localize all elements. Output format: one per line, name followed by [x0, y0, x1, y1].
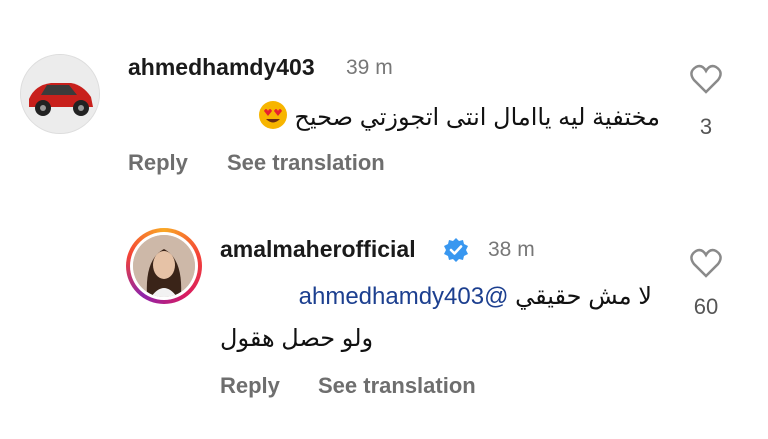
avatar: [130, 232, 198, 300]
reply-item: amalmaherofficial 38 m لا مش حقيقي @ahme…: [0, 228, 768, 408]
comment-text-line2: ولو حصل هقول: [220, 325, 374, 352]
comment-text: مختفية ليه ياامال انتى اتجوزتي صحيح: [258, 100, 660, 137]
see-translation-button[interactable]: See translation: [318, 373, 476, 399]
see-translation-button[interactable]: See translation: [227, 150, 385, 176]
reply-button[interactable]: Reply: [128, 150, 188, 176]
comment-text-body: مختفية ليه ياامال انتى اتجوزتي صحيح: [294, 103, 660, 131]
mention-link[interactable]: @ahmedhamdy403: [299, 283, 509, 310]
comment-text-line1: لا مش حقيقي @ahmedhamdy403: [299, 282, 652, 311]
like-count: 60: [693, 294, 719, 319]
verified-badge-icon: [444, 238, 468, 262]
reply-button[interactable]: Reply: [220, 373, 280, 399]
like-heart-icon[interactable]: [690, 64, 722, 99]
heart-eyes-emoji-icon: [258, 100, 288, 137]
like-heart-icon[interactable]: [690, 248, 722, 283]
comment-item: ahmedhamdy403 39 m مختفية ليه ياامال انت…: [0, 46, 768, 196]
like-count: 3: [699, 114, 713, 139]
avatar-story-ring[interactable]: [126, 228, 202, 304]
comment-text-body: لا مش حقيقي: [515, 283, 652, 310]
comment-time: 38 m: [488, 238, 535, 261]
comment-username[interactable]: amalmaherofficial: [220, 236, 416, 263]
comment-time: 39 m: [346, 56, 393, 79]
comment-username[interactable]: ahmedhamdy403: [128, 54, 315, 81]
car-avatar-icon: [21, 55, 99, 133]
avatar[interactable]: [20, 54, 100, 134]
woman-portrait-icon: [133, 235, 195, 297]
